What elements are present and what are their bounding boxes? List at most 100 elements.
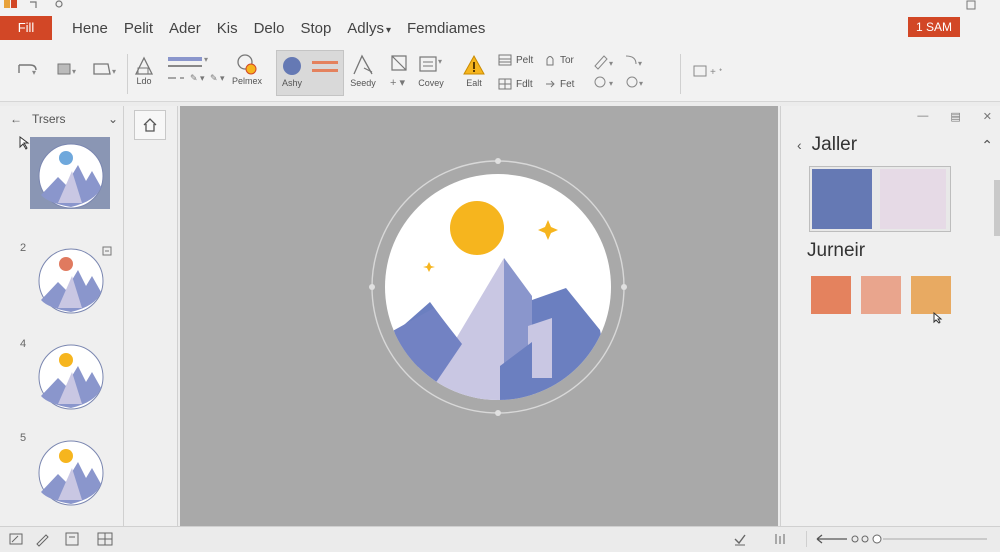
swatch-lavender[interactable] [880, 169, 946, 229]
chevron-left-icon[interactable]: ‹ [797, 137, 802, 153]
warning-button[interactable]: Ealt [462, 54, 486, 88]
app-logo-icon[interactable] [4, 0, 18, 9]
select-button[interactable]: Seedy [350, 54, 376, 88]
resize-handle[interactable] [621, 284, 627, 290]
save-icon: ▾ [57, 63, 76, 76]
pane-header: ‹ Jaller ⌃ [797, 134, 993, 156]
slide-thumbnail-4[interactable] [38, 440, 104, 511]
swatch-blue[interactable] [812, 169, 872, 229]
svg-text:▾: ▾ [32, 68, 36, 76]
fit-icon[interactable] [772, 531, 788, 547]
outline-lines-button[interactable] [310, 56, 340, 78]
swatch-orange[interactable] [811, 276, 851, 314]
tab-kis[interactable]: Kis [209, 18, 246, 40]
close-icon[interactable]: ✕ [983, 110, 992, 123]
scrollbar[interactable] [994, 180, 1000, 236]
shape-button[interactable]: ▾ [92, 62, 122, 76]
slide-artwork[interactable] [180, 106, 778, 526]
slide-3-preview [38, 344, 104, 410]
slide-number: 2 [20, 242, 27, 254]
tab-pelit[interactable]: Pelit [116, 18, 161, 40]
pen-button[interactable]: ▾ ▾ ▾ ▾ [592, 52, 648, 92]
recolor-icon [237, 54, 257, 75]
quick-access-toolbar [4, 0, 66, 10]
chevron-up-icon[interactable]: ⌃ [981, 137, 993, 154]
svg-text:+ ᐩ: + ᐩ [710, 67, 723, 78]
slide-thumbnail-2[interactable] [38, 248, 104, 319]
tab-adlys[interactable]: Adlys ▾ [339, 18, 399, 40]
zoom-slider[interactable] [806, 531, 1000, 547]
ribbon-toolbar: ▾ ▾ ▾ Ldo ▾ ✎ ▾ ✎ ▾ Pelmex Ashy Seedy + ▾ … [0, 44, 1000, 102]
ribbon-divider [680, 54, 681, 94]
primary-color-swatches[interactable] [809, 166, 951, 232]
save-button[interactable]: ▾ [56, 62, 82, 76]
chevron-down-icon: ▾ [385, 25, 392, 36]
check-icon[interactable] [732, 531, 748, 547]
tab-home[interactable]: Hene [64, 18, 116, 40]
grid-view-icon[interactable] [96, 531, 114, 547]
pen-icon[interactable] [34, 531, 50, 547]
swatch-salmon[interactable] [861, 276, 901, 314]
tab-femdiames[interactable]: Femdiames [399, 18, 493, 40]
svg-text:▾: ▾ [638, 59, 642, 68]
home-button[interactable] [134, 110, 166, 140]
sun-shape [59, 353, 73, 367]
slide-canvas[interactable] [180, 106, 778, 526]
settings-icon[interactable] [52, 0, 66, 9]
tab-stop[interactable]: Stop [292, 18, 339, 40]
line-weight-button[interactable]: ▾ ✎ ▾ ✎ ▾ [166, 54, 226, 86]
zoom-thumb[interactable] [872, 534, 882, 544]
undo-button[interactable]: ▾ [16, 62, 40, 76]
tab-delo[interactable]: Delo [246, 18, 293, 40]
back-arrow-icon[interactable]: ← [10, 112, 22, 126]
minimize-icon[interactable]: — [917, 110, 928, 123]
resize-handle[interactable] [495, 158, 501, 164]
slide-thumbnail-3[interactable] [38, 344, 104, 415]
outline-lines-icon [312, 61, 338, 72]
resize-handle[interactable] [369, 284, 375, 290]
image-button[interactable]: Ldo [134, 54, 154, 86]
align-icon: + ᐩ [693, 65, 723, 78]
svg-text:✎ ▾: ✎ ▾ [190, 73, 205, 83]
undo-icon: ▾ [18, 64, 37, 76]
crop-button[interactable]: + ▾ [388, 54, 410, 90]
grid-icon [498, 78, 512, 90]
line-weight-icon: ▾✎ ▾ ✎ ▾ [168, 55, 225, 83]
pelt-button[interactable]: Pelt [498, 54, 533, 66]
svg-text:▾: ▾ [72, 67, 76, 76]
notes-icon[interactable] [8, 531, 24, 547]
file-tab[interactable]: Fill [0, 16, 52, 40]
menu-tabs: Hene Pelit Ader Kis Delo Stop Adlys ▾ Fem… [64, 18, 493, 40]
undo-icon[interactable] [28, 0, 42, 9]
pelt-label: Pelt [516, 54, 534, 66]
tab-adlys-label: Adlys [347, 20, 384, 37]
arrow-icon [546, 80, 555, 88]
zoom-track [816, 534, 987, 544]
tor-button[interactable]: Tor [544, 54, 574, 66]
slide-thumbnail-1[interactable] [38, 143, 104, 214]
svg-text:+ ▾: + ▾ [390, 77, 405, 89]
slide-number: 5 [20, 432, 27, 444]
fet-button[interactable]: Fet [544, 78, 574, 90]
pane-controls: — ▤ ✕ [917, 110, 992, 123]
home-icon [143, 118, 157, 132]
fdlt-button[interactable]: Fdlt [498, 78, 533, 90]
restore-icon[interactable]: ▤ [950, 110, 960, 123]
status-bar [0, 526, 1000, 550]
recolor-button[interactable]: Pelmex [232, 52, 262, 86]
zoom-out-icon[interactable] [816, 534, 847, 544]
fill-circle-button[interactable]: Ashy [280, 54, 304, 88]
chevron-down-icon[interactable]: ⌄ [108, 112, 118, 126]
restore-icon[interactable] [966, 0, 976, 10]
slide-view-icon[interactable] [64, 531, 80, 547]
layers-button[interactable]: ▾ Covey [416, 54, 446, 88]
resize-handle[interactable] [495, 410, 501, 416]
covey-label: Covey [418, 78, 444, 88]
grid-icon [498, 54, 512, 66]
sun-shape [59, 151, 73, 165]
swatch-gold[interactable] [911, 276, 951, 314]
align-button[interactable]: + ᐩ [692, 64, 742, 78]
tab-ader[interactable]: Ader [161, 18, 209, 40]
ribbon-divider [127, 54, 128, 94]
slide-1-preview [38, 143, 104, 209]
